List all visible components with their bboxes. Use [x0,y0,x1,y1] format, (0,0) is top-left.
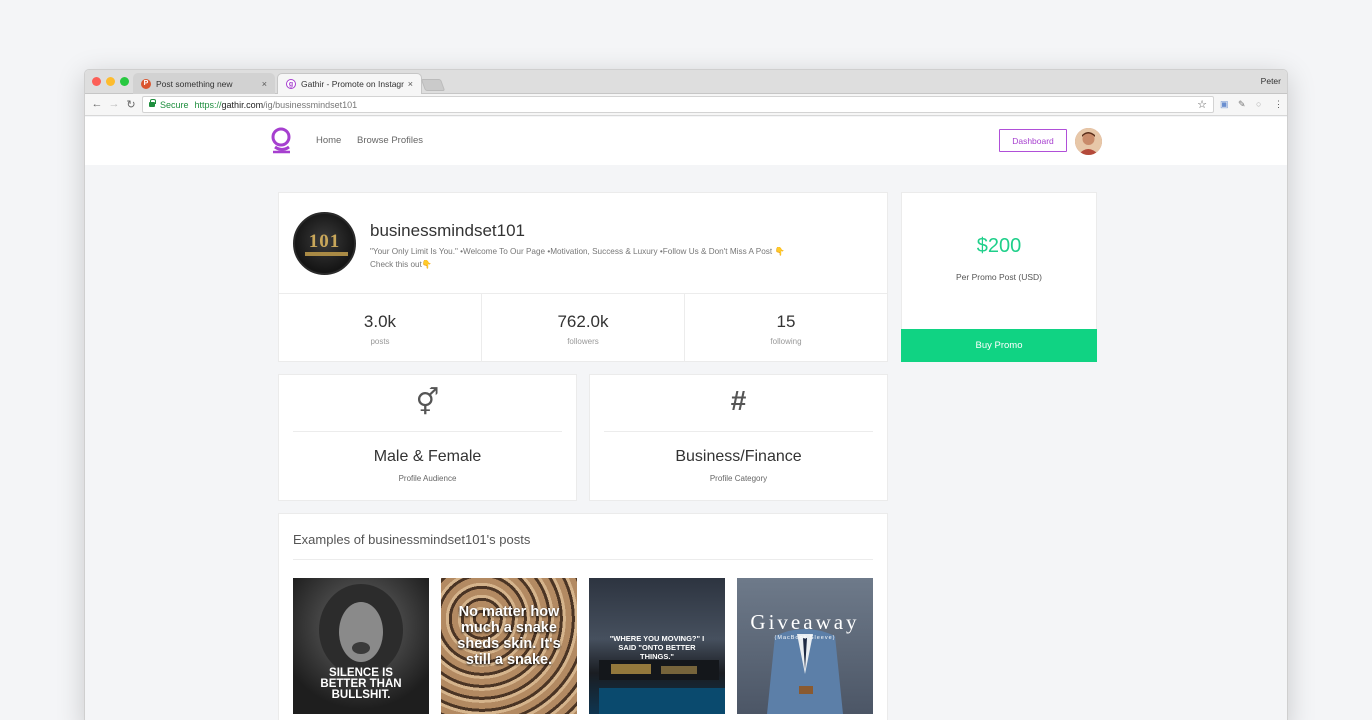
tab-post-something-new[interactable]: P Post something new × [133,73,275,94]
avatar-text: 101 [308,231,341,252]
minimize-window-button[interactable] [106,77,115,86]
divider [293,431,562,432]
stat-label: following [770,337,802,346]
stat-value: 762.0k [557,312,609,331]
window-controls [92,77,129,86]
stat-value: 3.0k [363,312,397,331]
audience-label: Profile Audience [398,474,457,483]
page-content: Home Browse Profiles Dashboard 101 busin… [85,117,1287,720]
browser-window: P Post something new × g Gathir - Promot… [84,69,1288,720]
post-thumbnail-giveaway[interactable]: Giveaway (MacBook Sleeve) [737,578,873,714]
promo-price: $200 [976,235,1022,257]
stat-label: followers [567,337,599,346]
divider [293,559,873,560]
stat-value: 15 [776,312,796,331]
gathir-logo-icon[interactable] [269,127,295,155]
nav-browse-profiles-link[interactable]: Browse Profiles [357,135,423,146]
stat-following: 15 following [685,294,887,362]
bio-line: "Your Only Limit Is You." •Welcome To Ou… [370,247,785,256]
user-photo-icon [1075,128,1102,155]
url-scheme: https:// [194,99,222,110]
profile-card: 101 businessmindset101 "Your Only Limit … [278,192,888,362]
dashboard-button[interactable]: Dashboard [999,129,1067,152]
category-card: # Business/Finance Profile Category [589,374,888,501]
tab-gathir[interactable]: g Gathir - Promote on Instagram × [277,73,422,94]
post-caption: "WHERE YOU MOVING?" I SAID "ONTO BETTER … [609,634,705,661]
close-tab-icon[interactable]: × [262,79,267,89]
category-value: Business/Finance [675,448,802,465]
promo-price-label: Per Promo Post (USD) [956,272,1042,282]
post-thumbnail-lion[interactable]: SILENCE IS BETTER THAN BULLSHIT. [293,578,429,714]
divider [604,431,873,432]
post-caption: No matter how much a snake sheds skin. I… [457,604,561,668]
hashtag-icon: # [730,385,747,416]
url-host: gathir.com [221,99,264,110]
extension-circle-icon[interactable]: ○ [1256,99,1261,109]
post-thumbnail-snake[interactable]: No matter how much a snake sheds skin. I… [441,578,577,714]
url-path: /ig/businessmindset101 [263,99,358,110]
lock-icon [149,99,156,107]
site-header: Home Browse Profiles Dashboard [85,117,1287,165]
forward-arrow-icon[interactable]: → [107,98,121,110]
extension-icon[interactable]: ▣ [1220,99,1229,110]
tab-strip: P Post something new × g Gathir - Promot… [85,70,1287,94]
stat-followers: 762.0k followers [482,294,685,362]
buy-promo-button[interactable]: Buy Promo [901,329,1097,362]
bio-line: Check this out👇 [370,260,433,269]
audience-value: Male & Female [373,448,482,465]
profile-stats: 3.0k posts 762.0k followers 15 following [279,293,887,362]
post-caption: SILENCE IS BETTER THAN BULLSHIT. [320,667,402,701]
secure-label: Secure [160,99,189,110]
gender-icon: ⚥ [415,387,440,417]
maximize-window-button[interactable] [120,77,129,86]
nav-home-link[interactable]: Home [316,135,341,146]
browser-toolbar: ← → ↻ Secure https://gathir.com/ig/busin… [85,94,1287,116]
producthunt-icon: P [141,78,151,89]
tab-title: Gathir - Promote on Instagram [301,79,404,89]
profile-bio: "Your Only Limit Is You." •Welcome To Ou… [370,245,870,271]
browser-profile-name[interactable]: Peter [1261,76,1281,86]
back-arrow-icon[interactable]: ← [90,98,104,110]
posts-title: Examples of businessmindset101's posts [293,532,531,547]
stat-posts: 3.0k posts [279,294,482,362]
post-subcaption: (MacBook Sleeve) [774,635,836,641]
close-window-button[interactable] [92,77,101,86]
stat-label: posts [370,337,390,346]
reload-icon[interactable]: ↻ [124,98,138,111]
bookmark-star-icon[interactable]: ☆ [1197,98,1207,111]
profile-avatar: 101 [293,212,356,275]
avatar-banner [305,252,348,256]
tab-title: Post something new [156,78,233,89]
user-avatar[interactable] [1075,128,1102,155]
post-thumbnail-house[interactable]: "WHERE YOU MOVING?" I SAID "ONTO BETTER … [589,578,725,714]
post-caption: Giveaway [750,610,860,634]
man-suit-image-icon [767,629,843,714]
new-tab-button[interactable] [420,79,446,91]
menu-kebab-icon[interactable]: ⋮ [1274,99,1283,110]
pricing-card: $200 Per Promo Post (USD) Buy Promo [901,192,1097,362]
profile-username: businessmindset101 [370,221,525,240]
category-label: Profile Category [709,474,768,483]
close-tab-icon[interactable]: × [408,79,413,89]
posts-card: Examples of businessmindset101's posts S… [278,513,888,720]
audience-card: ⚥ Male & Female Profile Audience [278,374,577,501]
gathir-icon: g [286,79,296,89]
eyedropper-icon[interactable]: ✎ [1238,99,1246,110]
address-bar[interactable]: Secure https://gathir.com/ig/businessmin… [142,96,1214,113]
